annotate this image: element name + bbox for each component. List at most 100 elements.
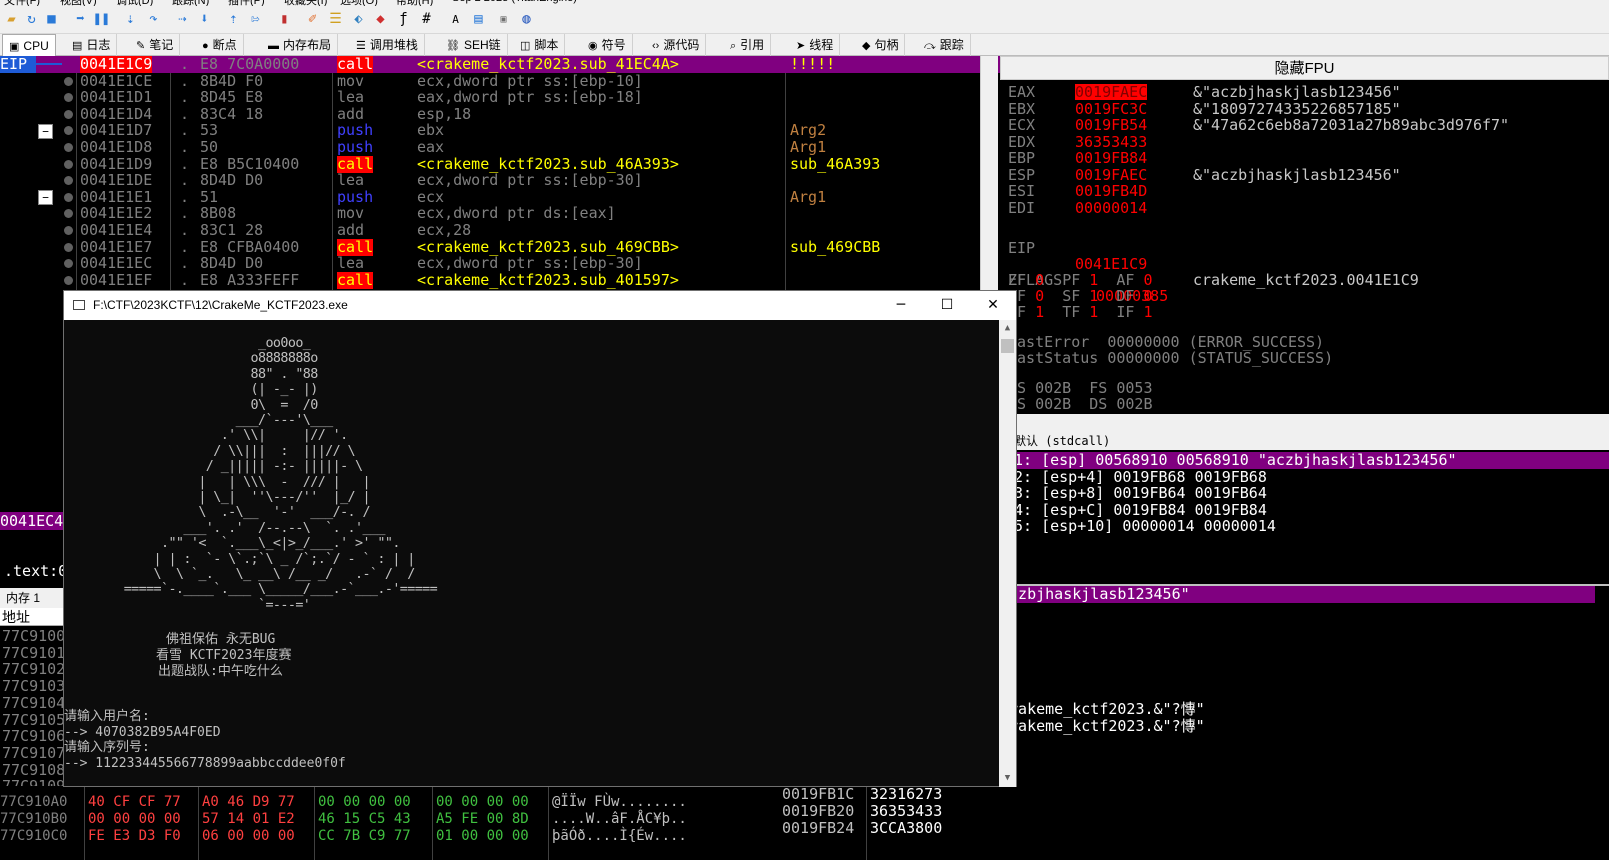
flag-value[interactable]: 1	[1035, 303, 1044, 321]
disassembly-scrollbar[interactable]	[980, 56, 998, 298]
globe-icon[interactable]: ◍	[518, 11, 535, 28]
dump-address[interactable]: 77C91040	[2, 694, 64, 712]
hex-bytes[interactable]: FE E3 D3 F0	[88, 828, 181, 845]
hex-ascii[interactable]: þãÓð....Ì{Éw....	[552, 828, 687, 845]
dump-address[interactable]: 77C91070	[2, 744, 64, 762]
close-button[interactable]: ✕	[970, 291, 1016, 320]
hex-bytes[interactable]: 00 00 00 00	[88, 811, 181, 828]
hex-address[interactable]: 77C910B0	[0, 811, 67, 828]
flags-line-1[interactable]: ZF 0 PF 1 AF 0	[1008, 272, 1171, 288]
argument-row[interactable]: 3: [esp+8] 0019FB64 0019FB64	[1000, 485, 1609, 502]
tab-memory-1[interactable]: 内存 1	[0, 588, 64, 608]
console-window[interactable]: F:\CTF\2023KCTF\12\CrakeMe_KCTF2023.exe …	[63, 290, 1017, 787]
disassembly-row[interactable]: 0041E1D8. 50 push eax Arg1	[0, 139, 1003, 156]
hex-bytes[interactable]: 00 00 00 00	[318, 794, 411, 811]
dump-address[interactable]: 77C91060	[2, 728, 64, 745]
hex-address[interactable]: 77C910C0	[0, 828, 67, 845]
timestamp-icon[interactable]: ▣	[495, 11, 512, 28]
dump-address[interactable]: 77C91010	[2, 644, 64, 662]
dump-address[interactable]: 77C91080	[2, 761, 64, 779]
disassembly-row[interactable]: 0041E1D7. 53 push ebx Arg2	[0, 122, 1003, 139]
trace-over-icon[interactable]: ⬇	[196, 11, 213, 28]
run-icon[interactable]: ➡	[72, 11, 89, 28]
tab-callstack[interactable]: ☰ 调用堆栈	[350, 34, 425, 56]
comments-icon[interactable]: ☰	[327, 11, 344, 28]
hex-bytes[interactable]: 00 00 00 00	[436, 794, 529, 811]
dump-panel[interactable]: 0041EC4A .text:0041E1C9 内存 1 地址 77C91000…	[0, 298, 64, 860]
flags-line-2[interactable]: OF 0 SF 1 DF 0	[1008, 288, 1171, 304]
run-to-user-code-icon[interactable]: ⇰	[247, 11, 264, 28]
info-row[interactable]: aczbjhaskjlasb123456"	[986, 586, 1595, 603]
disassembly-row[interactable]: 0041E1E1. 51 push ecx Arg1	[0, 188, 1003, 206]
trace-into-icon[interactable]: ⇢	[174, 11, 191, 28]
stack-value[interactable]: 3CCA3800	[870, 820, 942, 837]
menu-item[interactable]: Sep 2 2023 (TitanEngine)	[452, 0, 577, 4]
argument-row[interactable]: 5: [esp+10] 00000014 00000014	[1000, 518, 1609, 535]
flag-value[interactable]: 1	[1143, 303, 1152, 321]
tab-memory-map[interactable]: ▬ 内存布局	[262, 34, 339, 56]
info-row[interactable]: crakeme_kctf2023.&"?慱"	[986, 701, 1595, 718]
tab-script[interactable]: ◫ 脚本	[514, 34, 566, 56]
registers-panel[interactable]: EAX 0019FAEC &"aczbjhaskjlasb123456" EBX 001…	[1000, 80, 1609, 414]
toggle-fpu-header[interactable]: 隐藏FPU	[1000, 56, 1609, 80]
stack-value[interactable]: 32316273	[870, 786, 942, 803]
flags-line-3[interactable]: CF 1 TF 1 IF 1	[1008, 304, 1171, 320]
hex-bytes[interactable]: CC 7B C9 77	[318, 828, 411, 845]
patch-icon[interactable]: ✐	[304, 11, 321, 28]
disassembly-row[interactable]: 0041E1E7. E8 CFBA0400 call <crakeme_kctf202…	[0, 238, 1003, 256]
registers-hscrollbar[interactable]	[1000, 414, 1609, 432]
hash-icon[interactable]: #	[418, 11, 435, 28]
stack-address[interactable]: 0019FB24	[782, 820, 854, 837]
tab-trace[interactable]: ⤼ 跟踪	[918, 34, 971, 56]
disassembly-row[interactable]: 0041E1C9. E8 7C0A0000 call <crakeme_kctf202…	[0, 56, 1003, 73]
stack-value[interactable]: 36353433	[870, 803, 942, 820]
argument-row[interactable]: 2: [esp+4] 0019FB68 0019FB68	[1000, 468, 1609, 486]
hex-ascii[interactable]: @ÏÏw FÙw........	[552, 794, 687, 811]
username-input[interactable]: --> 4070382B95A4F0ED	[64, 725, 221, 740]
tab-symbols[interactable]: ◉ 符号	[582, 34, 633, 56]
hex-bytes[interactable]: 01 00 00 00	[436, 828, 529, 845]
hex-ascii[interactable]: ....W..âF.ÅC¥þ..	[552, 811, 687, 828]
hex-bytes[interactable]: 06 00 00 00	[202, 828, 295, 845]
disassembly-row[interactable]: 0041E1D9. E8 B5C10400 call <crakeme_kctf202…	[0, 155, 1003, 173]
disassembly-view[interactable]: 0041E1C9. E8 7C0A0000 call <crakeme_kctf202…	[0, 56, 1003, 298]
arguments-panel[interactable]: 1: [esp] 00568910 00568910 "aczbjhaskjla…	[1000, 450, 1609, 584]
dump-address[interactable]: 77C91020	[2, 661, 64, 678]
info-panel[interactable]: aczbjhaskjlasb123456" crakeme_kctf2023.&"…	[986, 586, 1609, 860]
font-icon[interactable]: A	[447, 11, 464, 28]
stack-address[interactable]: 0019FB1C	[782, 786, 854, 803]
stack-address[interactable]: 0019FB20	[782, 803, 854, 820]
stack-view[interactable]: 0019FB1C 32316273 0019FB20 36353433 0019FB24…	[780, 786, 1000, 860]
execute-till-return-icon[interactable]: ⇡	[225, 11, 242, 28]
tab-log[interactable]: ▤ 日志	[66, 34, 118, 56]
tab-breakpoint[interactable]: ● 断点	[196, 34, 244, 56]
minimize-button[interactable]: ─	[878, 291, 924, 320]
maximize-button[interactable]: ☐	[924, 291, 970, 320]
pause-icon[interactable]: ❚❚	[93, 11, 110, 28]
disassembly-row[interactable]: 0041E1CE. 8B4D F0 mov ecx,dword ptr ss:[ebp…	[0, 72, 1003, 90]
scroll-up-icon[interactable]: ▲	[999, 320, 1016, 337]
hex-bytes[interactable]: A5 FE 00 8D	[436, 811, 529, 828]
flag-value[interactable]: 1	[1089, 303, 1098, 321]
fold-toggle-icon[interactable]: −	[38, 190, 53, 205]
bookmarks-icon[interactable]: ◆	[372, 11, 389, 28]
argument-row[interactable]: 1: [esp] 00568910 00568910 "aczbjhaskjla…	[1000, 452, 1609, 469]
scylla-icon[interactable]: ▮	[276, 11, 293, 28]
serial-input[interactable]: --> 112233445566778899aabbccddee0f0f	[64, 756, 346, 771]
disassembly-row[interactable]: 0041E1EF. E8 A333FEFF call <crakeme_kctf202…	[0, 271, 1003, 289]
step-over-icon[interactable]: ↷	[145, 11, 162, 28]
tab-threads[interactable]: ➤ 线程	[790, 34, 841, 56]
tab-source[interactable]: ‹› 源代码	[646, 34, 707, 56]
tab-handles[interactable]: ◆ 句柄	[856, 34, 906, 56]
info-row[interactable]: crakeme_kctf2023.&"?慱"	[986, 718, 1595, 735]
disassembly-row[interactable]: 0041E1D1. 8D45 E8 lea eax,dword ptr ss:[ebp…	[0, 89, 1003, 106]
console-output[interactable]: _oo0oo_ o8888888o 88" . "88 (| -_- |) 0\…	[64, 320, 999, 787]
address-column-header[interactable]: 地址	[0, 608, 64, 626]
tab-seh[interactable]: ⛓ SEH链	[440, 34, 508, 56]
disassembly-row[interactable]: 0041E1E2. 8B08 mov ecx,dword ptr ds:[eax]	[0, 205, 1003, 222]
disassembly-row[interactable]: 0041E1E4. 83C1 28 add ecx,28	[0, 222, 1003, 239]
settings-icon[interactable]: ▤	[470, 11, 487, 28]
tab-notes[interactable]: ✎ 笔记	[130, 34, 181, 56]
hex-bytes[interactable]: 57 14 01 E2	[202, 811, 295, 828]
scroll-thumb[interactable]	[1001, 339, 1014, 353]
